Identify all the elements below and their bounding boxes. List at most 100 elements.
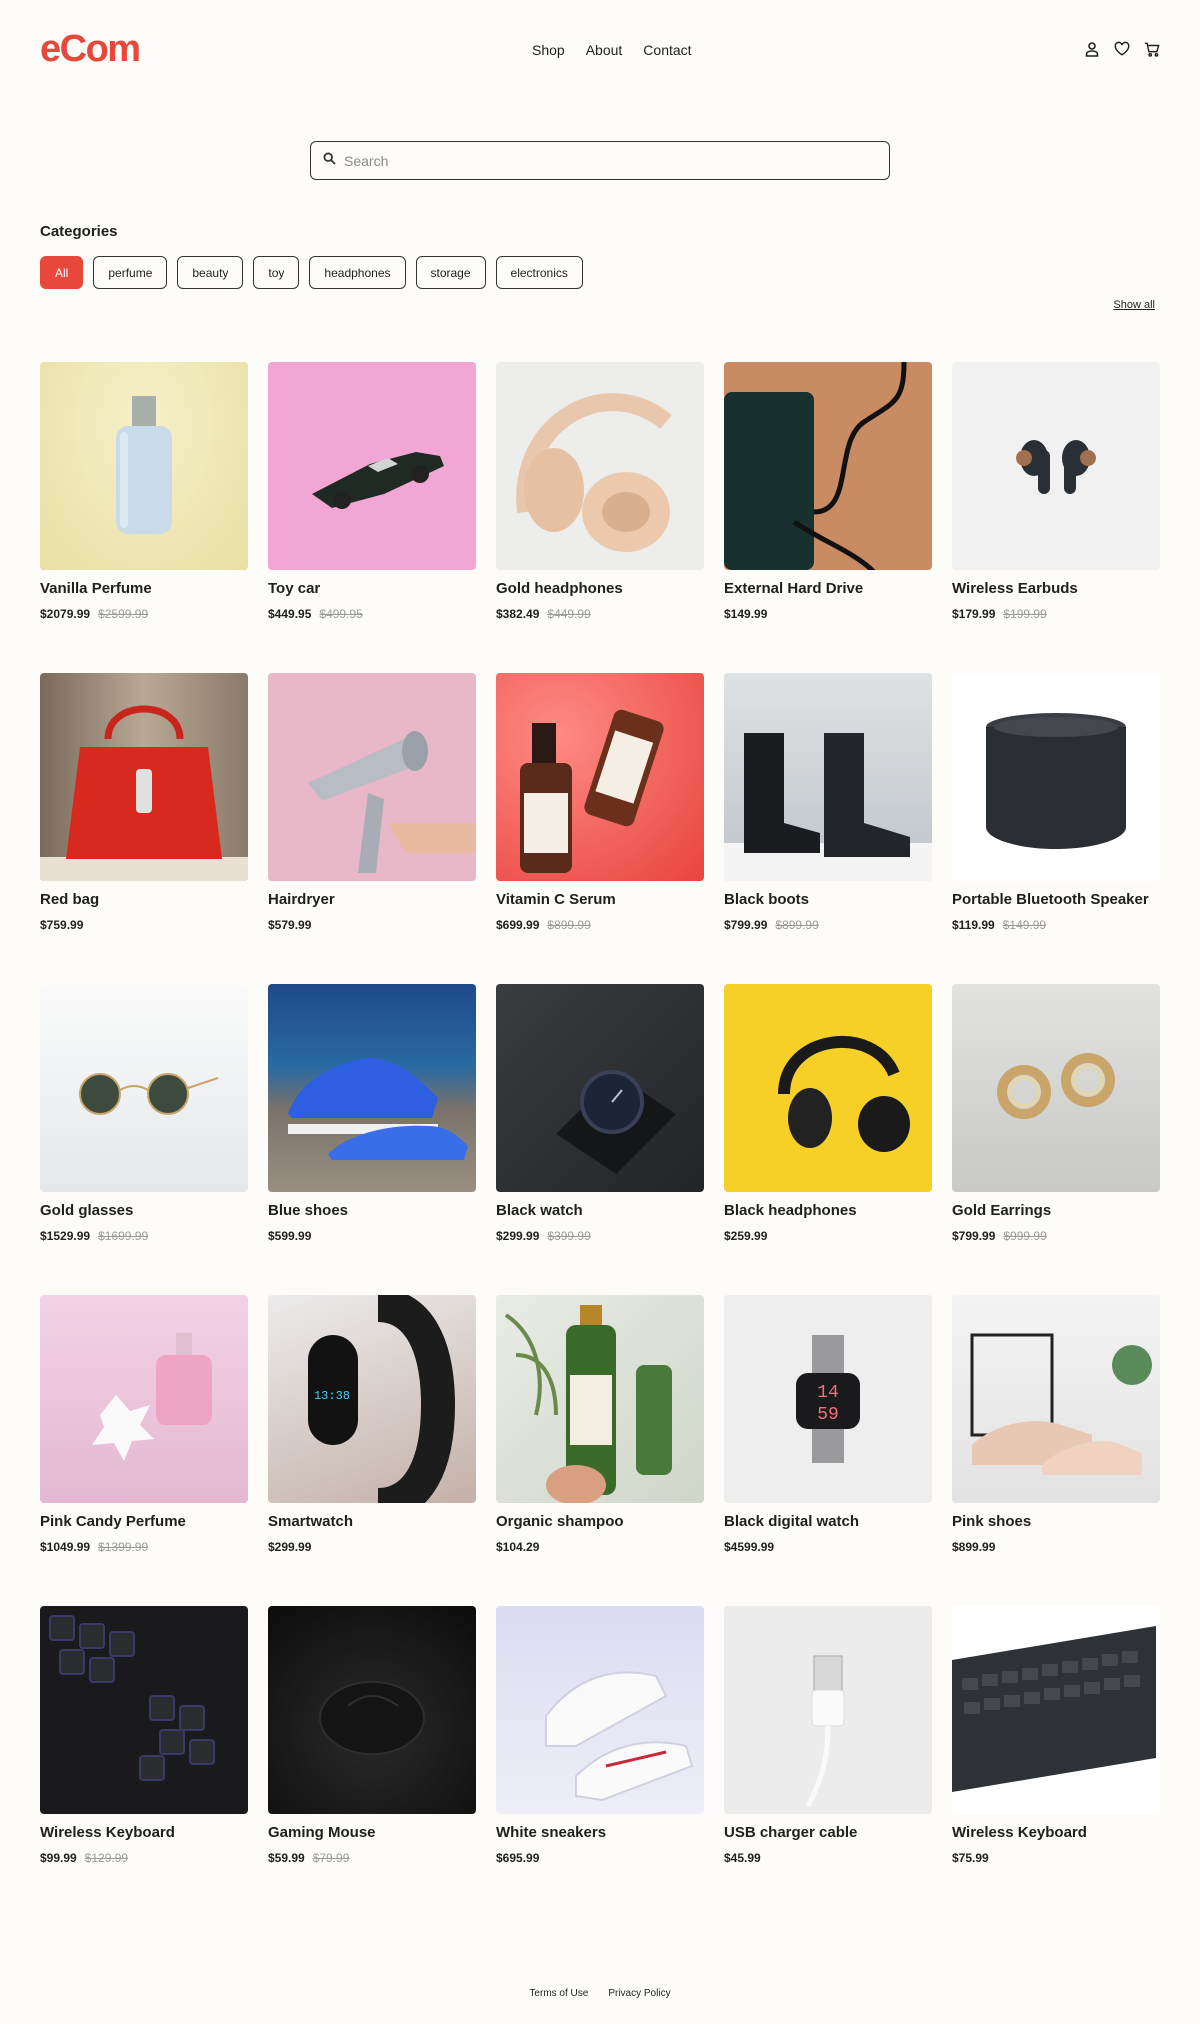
product-price: $699.99 <box>496 918 540 932</box>
nav-shop-link[interactable]: Shop <box>532 42 565 58</box>
product-prices: $4599.99 <box>724 1540 932 1554</box>
product-old-price: $499.95 <box>319 607 363 621</box>
product-name: Toy car <box>268 580 321 597</box>
product-card[interactable]: External Hard Drive $149.99 <box>724 362 932 621</box>
product-card[interactable]: Portable Bluetooth Speaker $119.99 $149.9… <box>952 673 1160 932</box>
product-image <box>268 1606 476 1814</box>
product-card[interactable]: White sneakers $695.99 <box>496 1606 704 1865</box>
product-card[interactable]: Blue shoes $599.99 <box>268 984 476 1243</box>
product-name: Black headphones <box>724 1202 857 1219</box>
nav-contact-link[interactable]: Contact <box>643 42 691 58</box>
product-card[interactable]: Black headphones $259.99 <box>724 984 932 1243</box>
search-icon <box>323 151 336 170</box>
product-name: Gaming Mouse <box>268 1824 376 1841</box>
product-name: Blue shoes <box>268 1202 349 1219</box>
product-card[interactable]: Wireless Keyboard $99.99 $129.99 <box>40 1606 248 1865</box>
product-prices: $449.95 $499.95 <box>268 607 476 621</box>
product-prices: $599.99 <box>268 1229 476 1243</box>
product-prices: $699.99 $899.99 <box>496 918 704 932</box>
product-old-price: $899.99 <box>547 918 591 932</box>
product-name: Red bag <box>40 891 100 908</box>
product-card[interactable]: Pink Candy Perfume $1049.99 $1399.99 <box>40 1295 248 1554</box>
product-name: Gold glasses <box>40 1202 134 1219</box>
privacy-policy-link[interactable]: Privacy Policy <box>608 1988 670 1999</box>
product-card[interactable]: Black watch $299.99 $399.99 <box>496 984 704 1243</box>
product-name: External Hard Drive <box>724 580 864 597</box>
product-image <box>952 362 1160 570</box>
heart-icon[interactable] <box>1114 40 1130 58</box>
brand-logo[interactable]: eCom <box>40 28 141 71</box>
product-card[interactable]: Black boots $799.99 $899.99 <box>724 673 932 932</box>
product-card[interactable]: Toy car $449.95 $499.95 <box>268 362 476 621</box>
category-chip-storage[interactable]: storage <box>415 256 486 289</box>
category-chip-toy[interactable]: toy <box>253 256 300 289</box>
product-name: Black digital watch <box>724 1513 860 1530</box>
search-input[interactable] <box>344 152 844 169</box>
product-price: $759.99 <box>40 918 84 932</box>
product-card[interactable]: Wireless Earbuds $179.99 $199.99 <box>952 362 1160 621</box>
product-card[interactable]: Gold headphones $382.49 $449.99 <box>496 362 704 621</box>
user-icon[interactable] <box>1084 40 1100 58</box>
category-chip-electronics[interactable]: electronics <box>495 256 583 289</box>
product-price: $1529.99 <box>40 1229 91 1243</box>
site-header: eCom Shop About Contact <box>0 0 1200 100</box>
cart-icon[interactable] <box>1144 40 1160 58</box>
product-card[interactable]: Gold Earrings $799.99 $999.99 <box>952 984 1160 1243</box>
product-prices: $99.99 $129.99 <box>40 1851 248 1865</box>
product-card[interactable]: Organic shampoo $104.29 <box>496 1295 704 1554</box>
svg-text:13:38: 13:38 <box>314 1389 350 1403</box>
terms-of-use-link[interactable]: Terms of Use <box>529 1988 588 1999</box>
product-card[interactable]: 13:38 Smartwatch $299.99 <box>268 1295 476 1554</box>
product-image <box>724 984 932 1192</box>
product-name: Smartwatch <box>268 1513 354 1530</box>
product-price: $149.99 <box>724 607 768 621</box>
product-price: $382.49 <box>496 607 540 621</box>
product-card[interactable]: Gaming Mouse $59.99 $79.99 <box>268 1606 476 1865</box>
product-prices: $579.99 <box>268 918 476 932</box>
product-price: $299.99 <box>268 1540 312 1554</box>
product-image <box>496 673 704 881</box>
show-all-link[interactable]: Show all <box>1113 299 1155 311</box>
product-price: $695.99 <box>496 1851 540 1865</box>
product-name: Gold headphones <box>496 580 623 597</box>
product-card[interactable]: Gold glasses $1529.99 $1699.99 <box>40 984 248 1243</box>
product-name: Pink shoes <box>952 1513 1032 1530</box>
product-old-price: $1699.99 <box>98 1229 149 1243</box>
category-filters: All perfume beauty toy headphones storag… <box>40 256 583 289</box>
nav-about-link[interactable]: About <box>586 42 623 58</box>
product-old-price: $449.99 <box>547 607 591 621</box>
category-chip-headphones[interactable]: headphones <box>309 256 406 289</box>
product-card[interactable]: USB charger cable $45.99 <box>724 1606 932 1865</box>
product-price: $45.99 <box>724 1851 761 1865</box>
product-name: Hairdryer <box>268 891 335 908</box>
product-image <box>724 362 932 570</box>
product-old-price: $2599.99 <box>98 607 149 621</box>
product-price: $59.99 <box>268 1851 305 1865</box>
product-card[interactable]: Pink shoes $899.99 <box>952 1295 1160 1554</box>
product-card[interactable]: Red bag $759.99 <box>40 673 248 932</box>
product-card[interactable]: Vanilla Perfume $2079.99 $2599.99 <box>40 362 248 621</box>
product-card[interactable]: Wireless Keyboard $75.99 <box>952 1606 1160 1865</box>
product-name: White sneakers <box>496 1824 607 1841</box>
product-price: $899.99 <box>952 1540 996 1554</box>
product-image: 13:38 <box>268 1295 476 1503</box>
product-prices: $299.99 $399.99 <box>496 1229 704 1243</box>
search-bar <box>310 141 890 180</box>
product-card[interactable]: Hairdryer $579.99 <box>268 673 476 932</box>
category-chip-perfume[interactable]: perfume <box>93 256 168 289</box>
product-price: $799.99 <box>724 918 768 932</box>
product-price: $599.99 <box>268 1229 312 1243</box>
product-card[interactable]: 14 59 Black digital watch $4599.99 <box>724 1295 932 1554</box>
header-actions <box>1084 40 1160 58</box>
category-chip-all[interactable]: All <box>40 256 84 289</box>
product-prices: $2079.99 $2599.99 <box>40 607 248 621</box>
product-card[interactable]: Vitamin C Serum $699.99 $899.99 <box>496 673 704 932</box>
product-price: $259.99 <box>724 1229 768 1243</box>
category-chip-beauty[interactable]: beauty <box>177 256 244 289</box>
product-image: 14 59 <box>724 1295 932 1503</box>
product-prices: $799.99 $899.99 <box>724 918 932 932</box>
product-old-price: $79.99 <box>312 1851 350 1865</box>
product-image <box>724 1606 932 1814</box>
product-prices: $759.99 <box>40 918 248 932</box>
product-image <box>952 984 1160 1192</box>
